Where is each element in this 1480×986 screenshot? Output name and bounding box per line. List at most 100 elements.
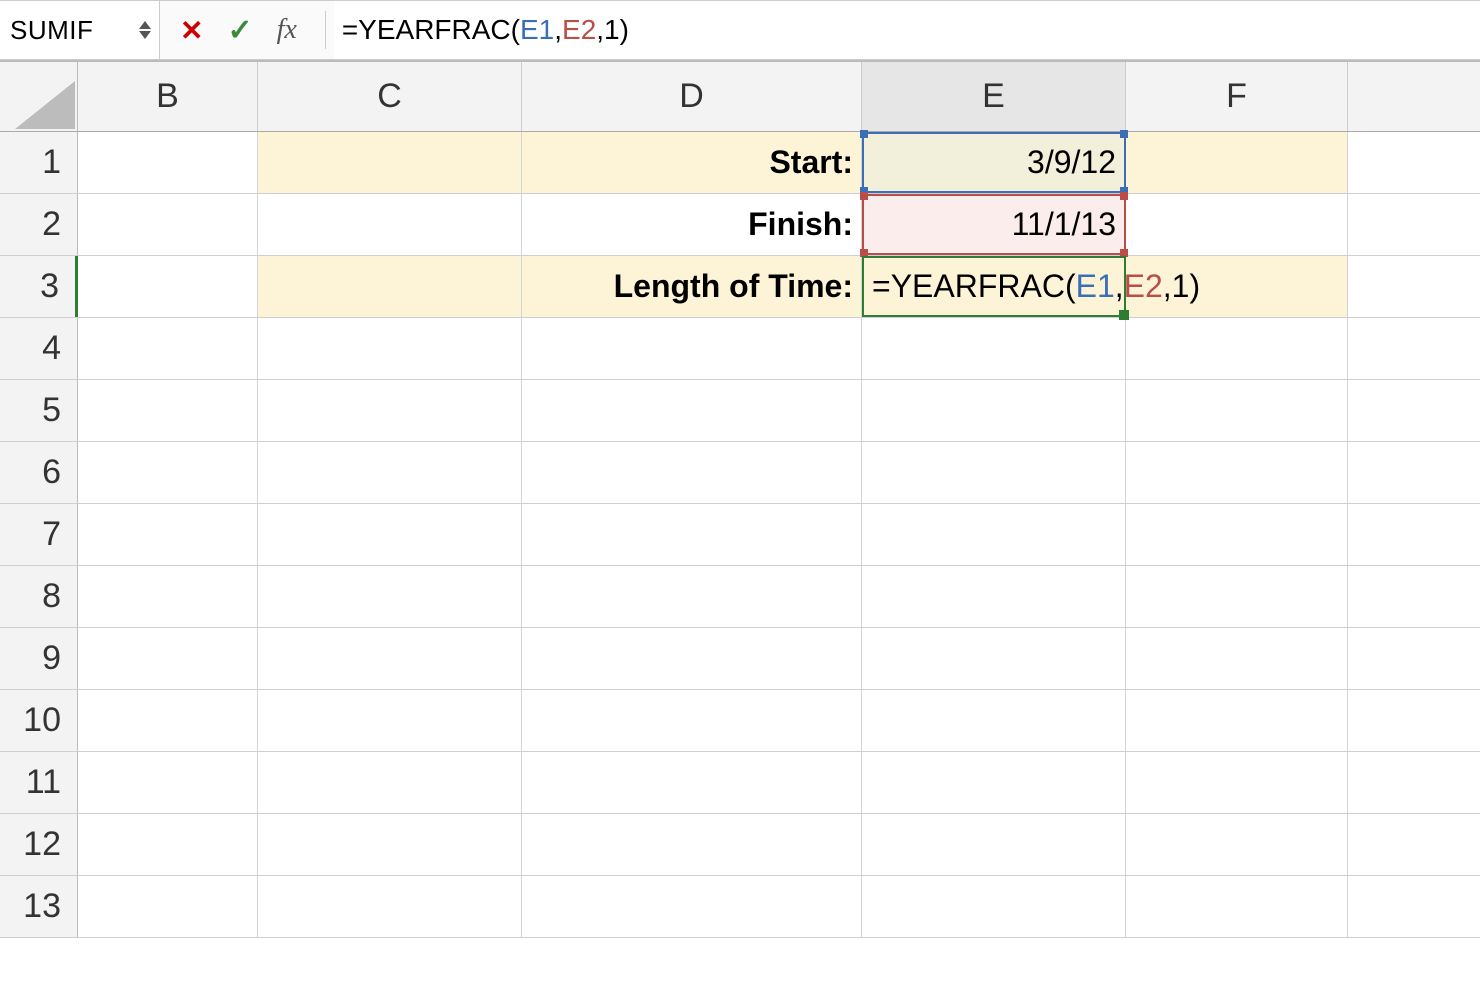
cell-b6[interactable] bbox=[78, 442, 258, 503]
cell-f9[interactable] bbox=[1126, 628, 1348, 689]
cell-d3[interactable]: Length of Time: bbox=[522, 256, 862, 317]
cell-c1[interactable] bbox=[258, 132, 522, 193]
cell-c9[interactable] bbox=[258, 628, 522, 689]
formula-input[interactable]: =YEARFRAC(E1,E2,1) bbox=[334, 1, 1480, 59]
cell-d2[interactable]: Finish: bbox=[522, 194, 862, 255]
cell-e3-formula-ref2: E2 bbox=[1124, 268, 1163, 305]
cell-f7[interactable] bbox=[1126, 504, 1348, 565]
cell-d10[interactable] bbox=[522, 690, 862, 751]
cell-d8[interactable] bbox=[522, 566, 862, 627]
column-header-e[interactable]: E bbox=[862, 62, 1126, 131]
name-box[interactable]: SUMIF bbox=[10, 15, 131, 46]
chevron-up-icon bbox=[139, 21, 151, 29]
cell-c7[interactable] bbox=[258, 504, 522, 565]
cell-d5[interactable] bbox=[522, 380, 862, 441]
cell-b5[interactable] bbox=[78, 380, 258, 441]
row-header-3[interactable]: 3 bbox=[0, 256, 78, 317]
cancel-icon[interactable]: ✕ bbox=[180, 14, 203, 47]
row-12: 12 bbox=[0, 814, 1480, 876]
cell-e13[interactable] bbox=[862, 876, 1126, 937]
cell-d6[interactable] bbox=[522, 442, 862, 503]
cell-c8[interactable] bbox=[258, 566, 522, 627]
row-header-8[interactable]: 8 bbox=[0, 566, 78, 627]
row-header-9[interactable]: 9 bbox=[0, 628, 78, 689]
cell-f1[interactable] bbox=[1126, 132, 1348, 193]
row-header-10[interactable]: 10 bbox=[0, 690, 78, 751]
cell-c12[interactable] bbox=[258, 814, 522, 875]
cell-c6[interactable] bbox=[258, 442, 522, 503]
cell-d9[interactable] bbox=[522, 628, 862, 689]
row-header-7[interactable]: 7 bbox=[0, 504, 78, 565]
cell-e5[interactable] bbox=[862, 380, 1126, 441]
cell-b10[interactable] bbox=[78, 690, 258, 751]
cell-d12[interactable] bbox=[522, 814, 862, 875]
cell-f10[interactable] bbox=[1126, 690, 1348, 751]
cell-e3-formula-fn: =YEARFRAC( bbox=[872, 268, 1076, 305]
cell-e2[interactable]: 11/1/13 bbox=[862, 194, 1126, 255]
row-5: 5 bbox=[0, 380, 1480, 442]
row-header-5[interactable]: 5 bbox=[0, 380, 78, 441]
cell-e8[interactable] bbox=[862, 566, 1126, 627]
cell-e11[interactable] bbox=[862, 752, 1126, 813]
cell-b1[interactable] bbox=[78, 132, 258, 193]
cell-e4[interactable] bbox=[862, 318, 1126, 379]
row-header-1[interactable]: 1 bbox=[0, 132, 78, 193]
cell-b9[interactable] bbox=[78, 628, 258, 689]
cell-c3[interactable] bbox=[258, 256, 522, 317]
cell-d4[interactable] bbox=[522, 318, 862, 379]
cell-c2[interactable] bbox=[258, 194, 522, 255]
cell-d7[interactable] bbox=[522, 504, 862, 565]
name-box-wrap: SUMIF bbox=[0, 1, 160, 59]
cell-b11[interactable] bbox=[78, 752, 258, 813]
cell-d1[interactable]: Start: bbox=[522, 132, 862, 193]
cell-b12[interactable] bbox=[78, 814, 258, 875]
cell-e9[interactable] bbox=[862, 628, 1126, 689]
cell-e10[interactable] bbox=[862, 690, 1126, 751]
cell-c13[interactable] bbox=[258, 876, 522, 937]
cell-f6[interactable] bbox=[1126, 442, 1348, 503]
cell-b2[interactable] bbox=[78, 194, 258, 255]
fill-handle[interactable] bbox=[1119, 310, 1129, 320]
cell-b3[interactable] bbox=[78, 256, 258, 317]
row-header-13[interactable]: 13 bbox=[0, 876, 78, 937]
cell-b4[interactable] bbox=[78, 318, 258, 379]
row-header-11[interactable]: 11 bbox=[0, 752, 78, 813]
cell-f2[interactable] bbox=[1126, 194, 1348, 255]
cell-f4[interactable] bbox=[1126, 318, 1348, 379]
cell-f12[interactable] bbox=[1126, 814, 1348, 875]
fx-icon[interactable]: fx bbox=[277, 14, 297, 46]
column-header-c[interactable]: C bbox=[258, 62, 522, 131]
cell-f5[interactable] bbox=[1126, 380, 1348, 441]
cell-e3-formula-sep: , bbox=[1115, 268, 1124, 305]
cell-b8[interactable] bbox=[78, 566, 258, 627]
cell-f11[interactable] bbox=[1126, 752, 1348, 813]
row-3: 3 Length of Time: =YEARFRAC(E1,E2,1) bbox=[0, 256, 1480, 318]
cell-c10[interactable] bbox=[258, 690, 522, 751]
cell-c11[interactable] bbox=[258, 752, 522, 813]
cell-b7[interactable] bbox=[78, 504, 258, 565]
cell-e12[interactable] bbox=[862, 814, 1126, 875]
formula-text: ,1) bbox=[596, 14, 629, 46]
column-header-d[interactable]: D bbox=[522, 62, 862, 131]
cell-e6[interactable] bbox=[862, 442, 1126, 503]
row-header-6[interactable]: 6 bbox=[0, 442, 78, 503]
confirm-icon[interactable]: ✓ bbox=[227, 13, 252, 48]
spreadsheet-grid: B C D E F 1 Start: 3/9/12 2 Finish: 11/1… bbox=[0, 60, 1480, 938]
row-header-12[interactable]: 12 bbox=[0, 814, 78, 875]
cell-e1[interactable]: 3/9/12 bbox=[862, 132, 1126, 193]
row-header-4[interactable]: 4 bbox=[0, 318, 78, 379]
column-header-f[interactable]: F bbox=[1126, 62, 1348, 131]
row-header-2[interactable]: 2 bbox=[0, 194, 78, 255]
cell-d13[interactable] bbox=[522, 876, 862, 937]
cell-c4[interactable] bbox=[258, 318, 522, 379]
cell-f8[interactable] bbox=[1126, 566, 1348, 627]
select-all-corner[interactable] bbox=[0, 62, 78, 131]
cell-d11[interactable] bbox=[522, 752, 862, 813]
name-box-stepper[interactable] bbox=[131, 21, 159, 39]
cell-f13[interactable] bbox=[1126, 876, 1348, 937]
column-header-b[interactable]: B bbox=[78, 62, 258, 131]
cell-e7[interactable] bbox=[862, 504, 1126, 565]
cell-c5[interactable] bbox=[258, 380, 522, 441]
cell-b13[interactable] bbox=[78, 876, 258, 937]
cell-e3[interactable]: =YEARFRAC(E1,E2,1) bbox=[862, 256, 1126, 317]
